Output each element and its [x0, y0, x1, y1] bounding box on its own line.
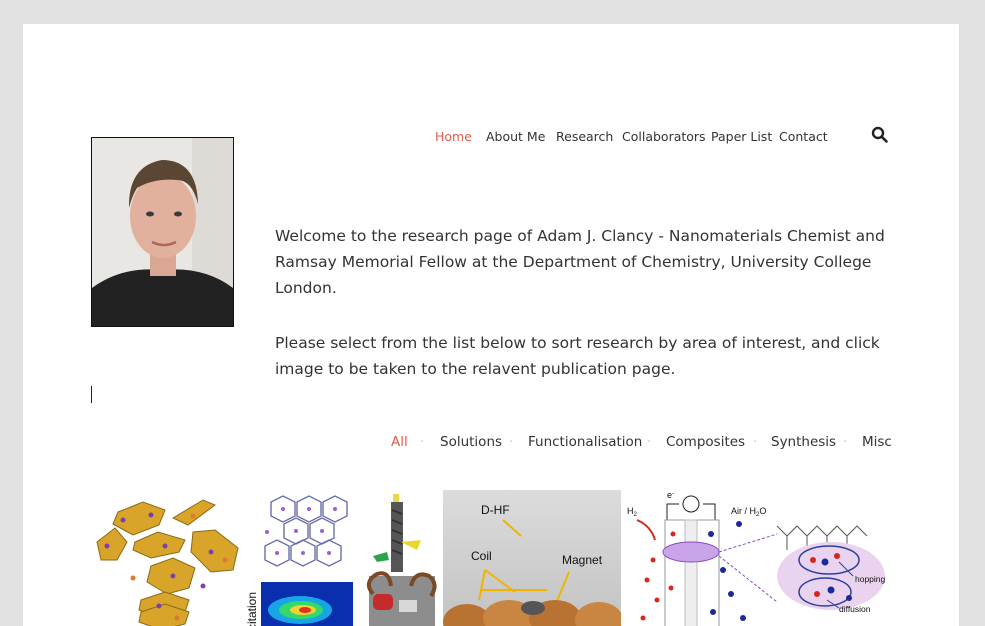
research-filter-bar: All · Solutions · Functionalisation · Co…: [23, 434, 959, 454]
page-content: Home About Me Research Collaborators Pap…: [23, 24, 959, 626]
filter-all[interactable]: All: [391, 434, 408, 450]
filter-misc[interactable]: Misc: [862, 434, 892, 450]
filter-separator: ·: [420, 434, 425, 450]
label-d-hf: D-HF: [481, 503, 510, 517]
profile-photo: [91, 137, 234, 327]
filter-separator: ·: [843, 434, 848, 450]
filter-functionalisation[interactable]: Functionalisation: [528, 434, 642, 450]
axis-label-citation: citation: [245, 592, 259, 626]
gallery-item-coil-magnet[interactable]: D-HF Coil Magnet: [443, 490, 621, 626]
filter-synthesis[interactable]: Synthesis: [771, 434, 836, 450]
instructions-paragraph: Please select from the list below to sor…: [275, 334, 880, 378]
label-diffusion: diffusion: [839, 604, 871, 614]
search-icon[interactable]: [871, 126, 889, 144]
gallery-item-nanoplatelets[interactable]: [93, 490, 243, 626]
nav-item-paper-list[interactable]: Paper List: [711, 129, 772, 144]
text-cursor: [91, 386, 92, 403]
filter-solutions[interactable]: Solutions: [440, 434, 502, 450]
label-magnet: Magnet: [562, 553, 603, 567]
nav-item-contact[interactable]: Contact: [779, 129, 828, 144]
label-coil: Coil: [471, 549, 492, 563]
nav-item-about-me[interactable]: About Me: [486, 129, 545, 144]
main-nav: Home About Me Research Collaborators Pap…: [23, 129, 959, 149]
nav-item-collaborators[interactable]: Collaborators: [622, 129, 706, 144]
nav-item-home[interactable]: Home: [435, 129, 472, 144]
filter-separator: ·: [647, 434, 652, 450]
nav-item-research[interactable]: Research: [556, 129, 613, 144]
intro-paragraph: Welcome to the research page of Adam J. …: [275, 227, 885, 297]
gallery-item-magnetic-device[interactable]: [359, 490, 443, 626]
gallery-item-framework-heatmap[interactable]: citation: [245, 490, 353, 626]
filter-composites[interactable]: Composites: [666, 434, 745, 450]
filter-separator: ·: [509, 434, 514, 450]
gallery-item-fuel-cell[interactable]: H2 e- Air / H2O hopping diffusion: [627, 490, 897, 626]
filter-separator: ·: [753, 434, 758, 450]
label-hopping: hopping: [855, 574, 886, 584]
